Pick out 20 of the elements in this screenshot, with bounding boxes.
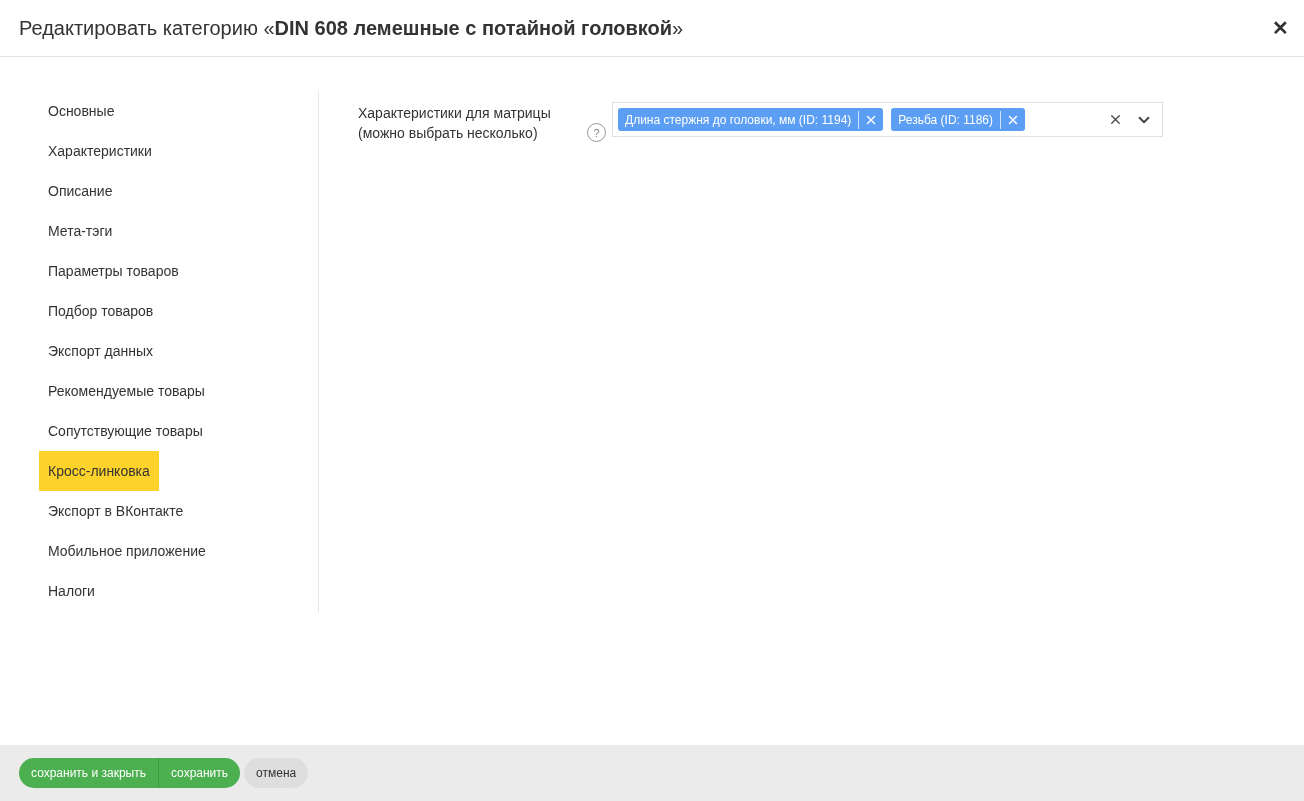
sidebar-item[interactable]: Подбор товаров	[39, 291, 163, 331]
tag-label: Резьба (ID: 1186)	[891, 110, 1002, 129]
sidebar-item[interactable]: Экспорт в ВКонтакте	[39, 491, 193, 531]
field-label: Характеристики для матрицы (можно выбрать несколько)	[358, 104, 552, 143]
sidebar-item[interactable]: Мета-тэги	[39, 211, 122, 251]
cancel-button[interactable]: отмена	[244, 758, 309, 788]
sidebar-item[interactable]: Сопутствующие товары	[39, 411, 212, 451]
clear-icon[interactable]	[1108, 112, 1123, 127]
sidebar-item[interactable]: Характеристики	[39, 131, 161, 171]
sidebar-item[interactable]: Описание	[39, 171, 122, 211]
sidebar-item[interactable]: Параметры товаров	[39, 251, 188, 291]
window-title: Редактировать категорию «DIN 608 лемешные с потайной головкой»	[19, 16, 684, 41]
sidebar-item[interactable]: Экспорт данных	[39, 331, 162, 371]
sidebar-item[interactable]: Основные	[39, 91, 124, 131]
sidebar-item[interactable]: Налоги	[39, 571, 104, 611]
sidebar-item[interactable]: Кросс-линковка	[39, 451, 159, 491]
close-button[interactable]: ✕	[1272, 13, 1289, 43]
sidebar-item[interactable]: Рекомендуемые товары	[39, 371, 214, 411]
sidebar-item[interactable]: Мобильное приложение	[39, 531, 215, 571]
tag-label: Длина стержня до головки, мм (ID: 1194)	[618, 110, 860, 129]
